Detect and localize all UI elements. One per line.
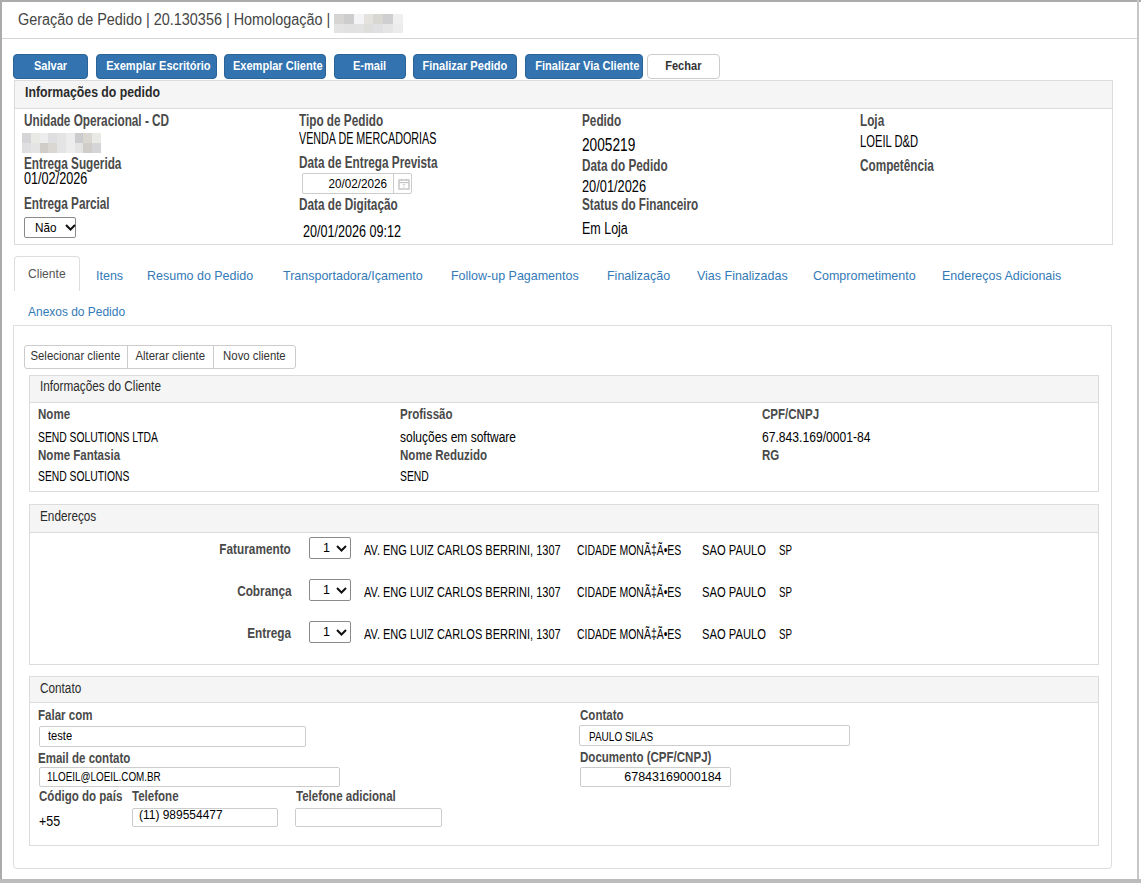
svg-text:7: 7 <box>402 183 406 189</box>
